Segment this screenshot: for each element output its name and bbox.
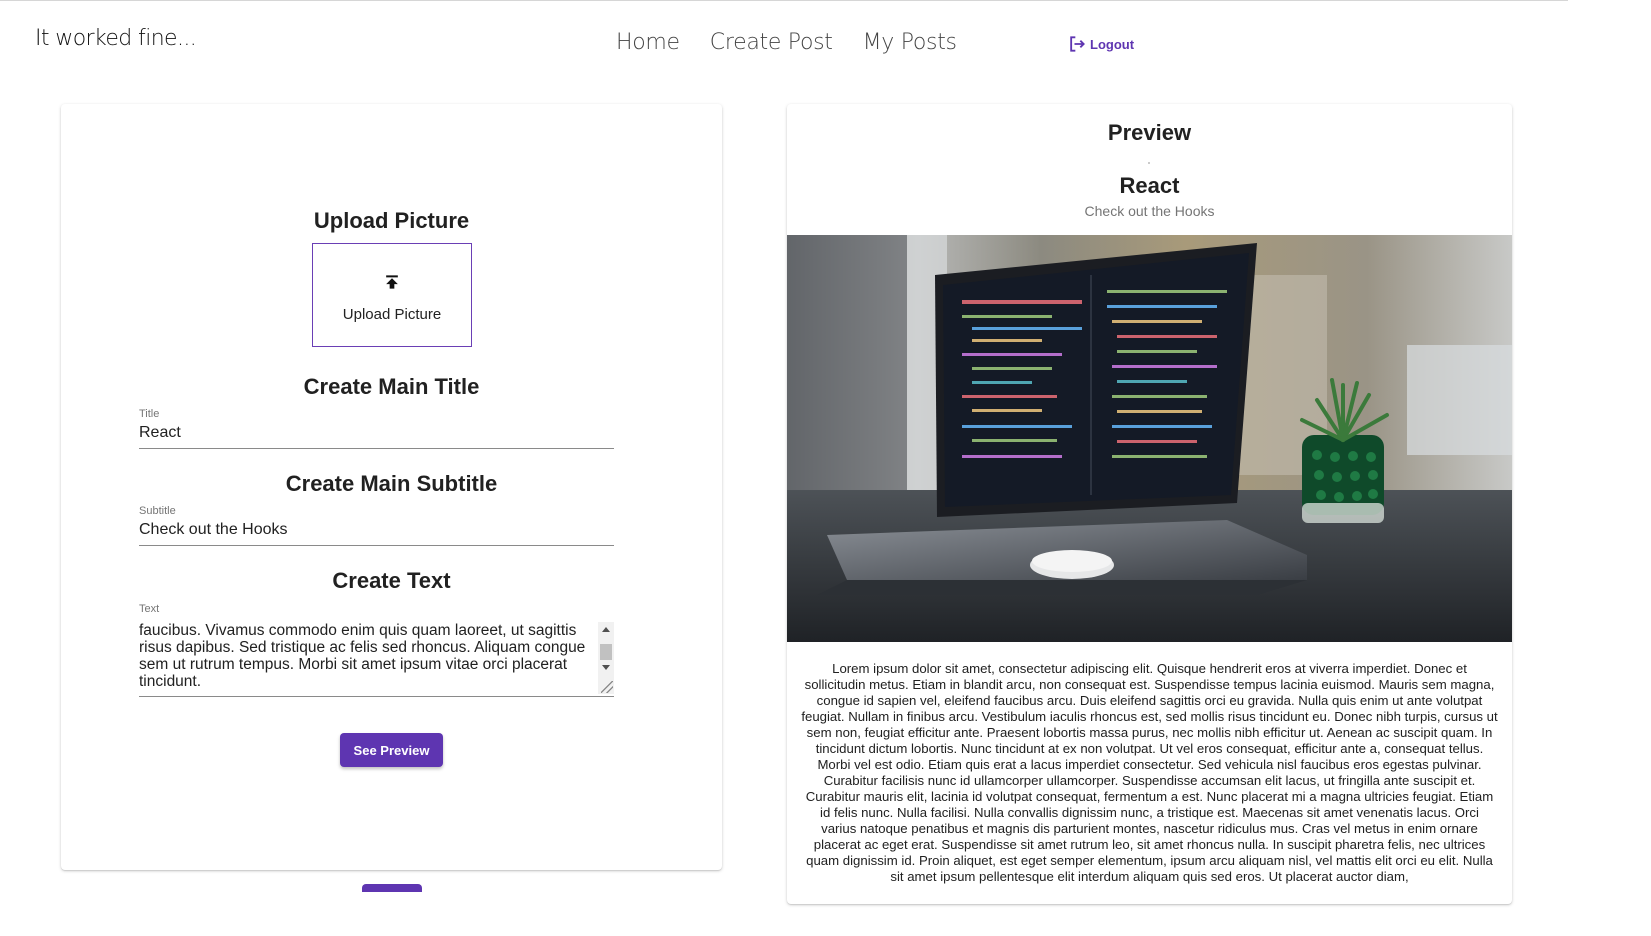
subtitle-field: Subtitle: [139, 505, 614, 546]
text-heading: Create Text: [332, 568, 451, 593]
nav-my-posts[interactable]: My Posts: [863, 30, 957, 55]
subtitle-field-label: Subtitle: [139, 505, 176, 517]
subtitle-input[interactable]: [139, 521, 614, 545]
upload-picture-label: Upload Picture: [342, 305, 442, 323]
divider-dot: [1148, 162, 1150, 164]
preview-heading: Preview: [1107, 120, 1192, 145]
preview-card: Preview React Check out the Hooks Lorem …: [787, 104, 1512, 904]
preview-subtitle: Check out the Hooks: [1084, 203, 1215, 219]
upload-picture-button[interactable]: Upload Picture: [312, 243, 472, 347]
subtitle-heading: Create Main Subtitle: [285, 471, 498, 496]
nav-home[interactable]: Home: [616, 30, 680, 55]
title-field-label: Title: [139, 408, 160, 420]
preview-body-text: Lorem ipsum dolor sit amet, consectetur …: [801, 661, 1498, 884]
text-area[interactable]: faucibus. Vivamus commodo enim quis quam…: [139, 622, 594, 694]
resize-grip-icon[interactable]: [601, 681, 613, 693]
title-field: Title: [139, 408, 614, 449]
nav-create-post[interactable]: Create Post: [710, 30, 833, 55]
title-input[interactable]: [139, 424, 614, 448]
preview-image: [787, 235, 1512, 642]
logout-button[interactable]: Logout: [1067, 34, 1134, 54]
preview-title: React: [1119, 173, 1180, 198]
text-field: Text faucibus. Vivamus commodo enim quis…: [139, 603, 614, 697]
logout-icon: [1070, 36, 1085, 52]
text-field-label: Text: [139, 603, 160, 615]
scroll-thumb[interactable]: [600, 644, 612, 660]
upload-heading: Upload Picture: [313, 208, 470, 233]
main-nav: Home Create Post My Posts: [616, 30, 957, 55]
brand-logo[interactable]: It worked fine...: [35, 26, 197, 51]
scroll-down-icon[interactable]: [602, 665, 610, 670]
logout-label: Logout: [1090, 36, 1135, 52]
submit-button-partial[interactable]: [362, 884, 422, 892]
top-border: [0, 0, 1568, 1]
title-heading: Create Main Title: [303, 374, 480, 399]
upload-icon: [386, 274, 398, 289]
see-preview-button[interactable]: See Preview: [340, 733, 443, 767]
post-editor-card: Upload Picture Upload Picture Create Mai…: [61, 104, 722, 870]
text-area-scrollbar[interactable]: [598, 622, 614, 694]
scroll-up-icon[interactable]: [602, 627, 610, 632]
